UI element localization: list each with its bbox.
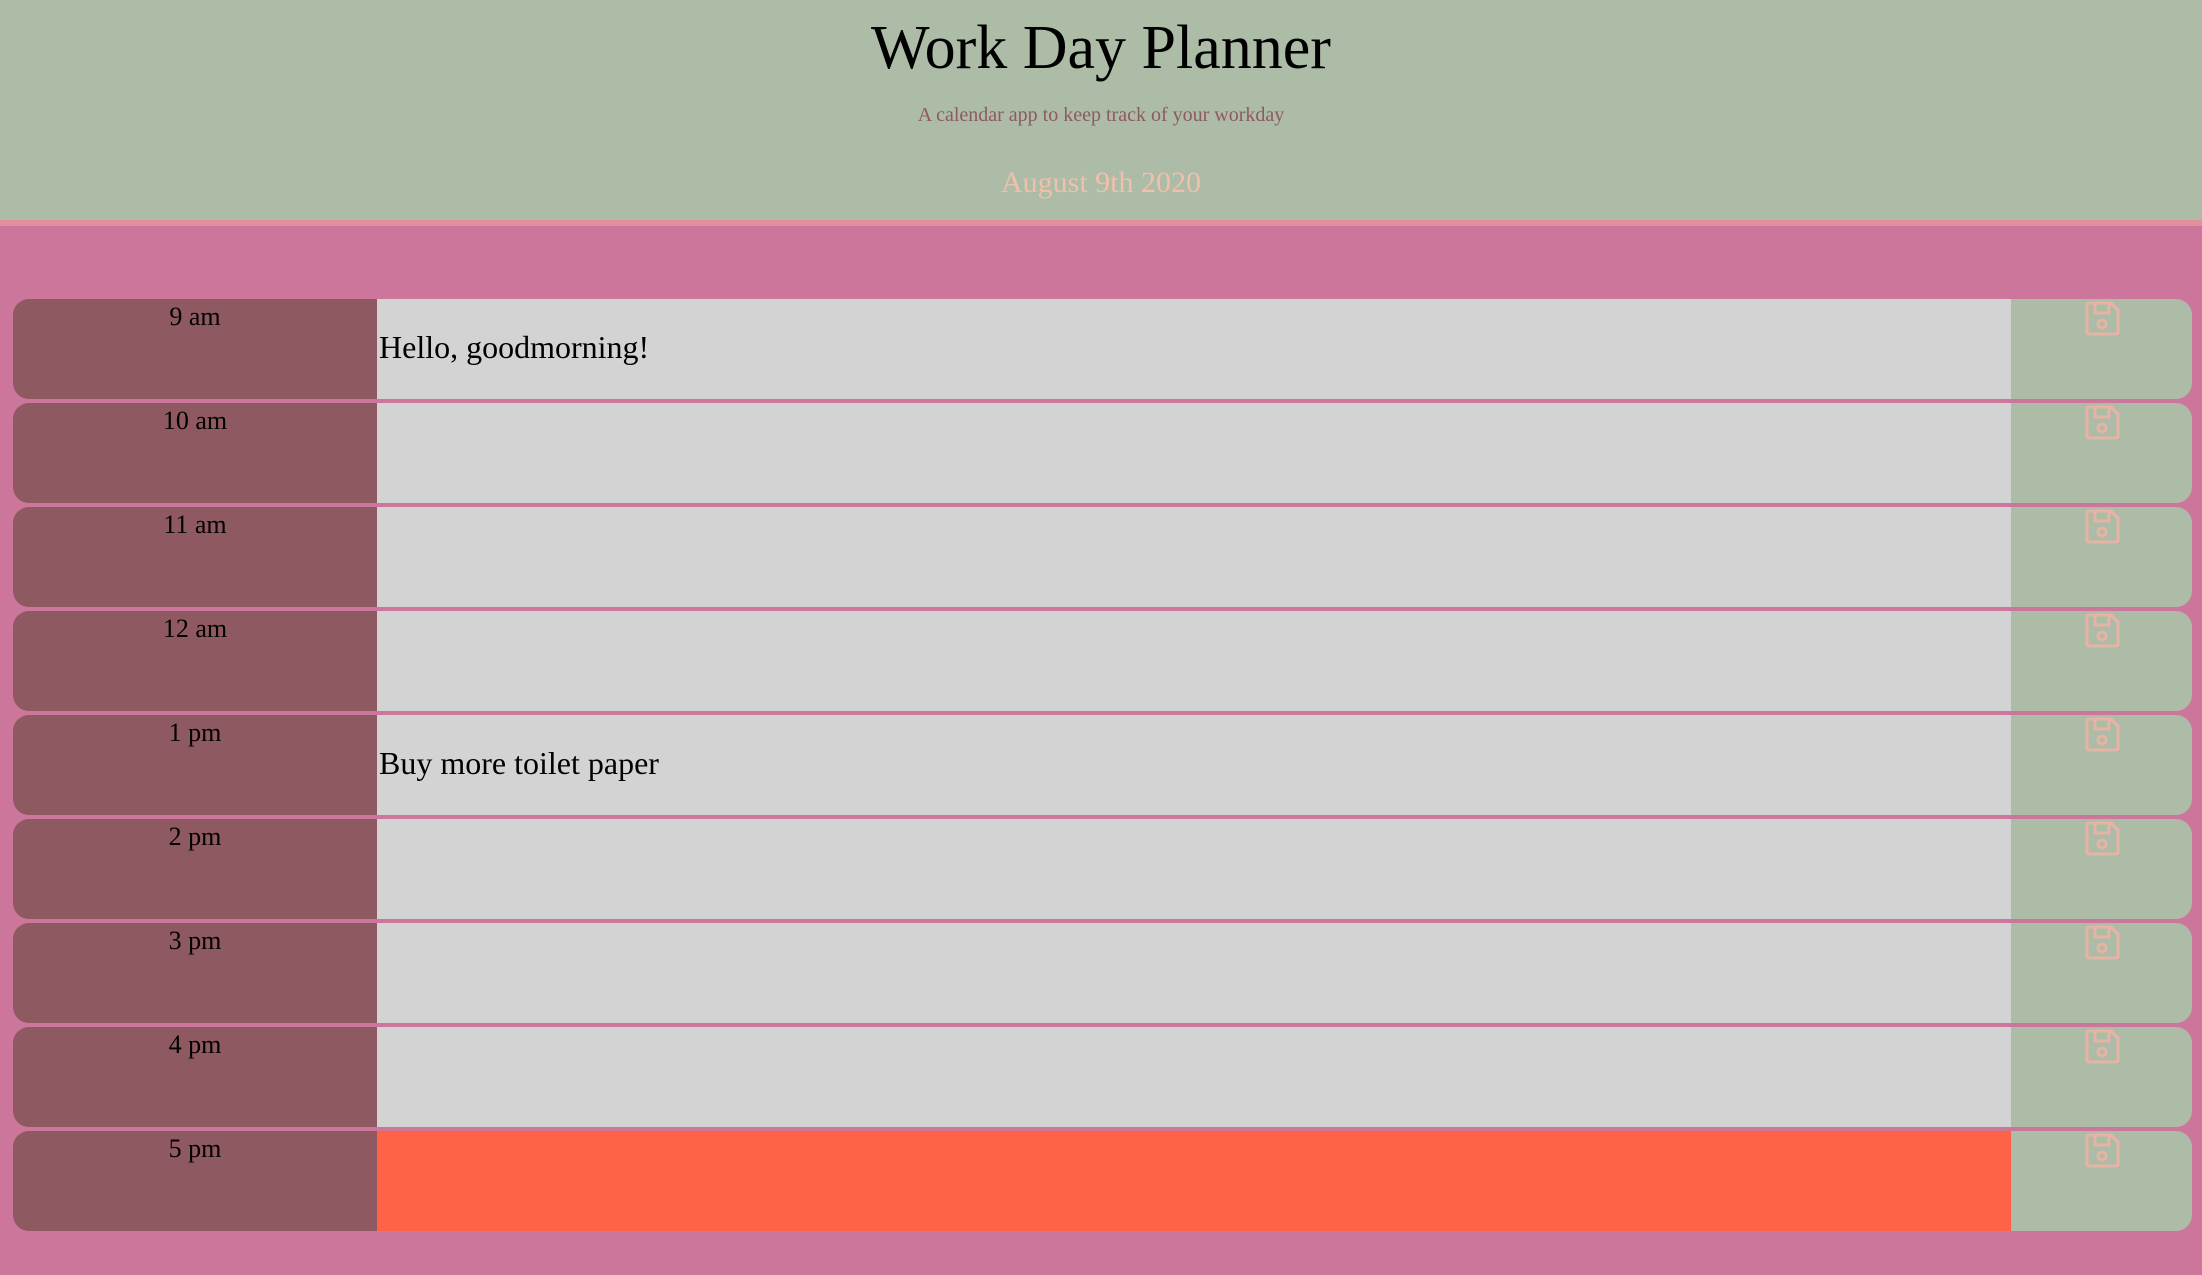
timeblock-row: 11 am xyxy=(13,507,2192,607)
task-input[interactable]: Hello, goodmorning! xyxy=(377,299,2011,399)
floppy-disk-icon xyxy=(2085,717,2120,752)
task-input[interactable] xyxy=(377,611,2011,711)
page-title: Work Day Planner xyxy=(871,14,1331,82)
floppy-disk-icon xyxy=(2085,613,2120,648)
task-input[interactable] xyxy=(377,923,2011,1023)
hour-label: 11 am xyxy=(13,507,377,607)
timeblock-row: 2 pm xyxy=(13,819,2192,919)
save-button[interactable] xyxy=(2011,715,2192,815)
floppy-disk-icon xyxy=(2085,301,2120,336)
hour-label: 1 pm xyxy=(13,715,377,815)
save-button[interactable] xyxy=(2011,1131,2192,1231)
task-input[interactable] xyxy=(377,403,2011,503)
save-button[interactable] xyxy=(2011,611,2192,711)
timeblock-row: 10 am xyxy=(13,403,2192,503)
floppy-disk-icon xyxy=(2085,1133,2120,1168)
timeblock-row: 12 am xyxy=(13,611,2192,711)
save-button[interactable] xyxy=(2011,299,2192,399)
hour-label: 3 pm xyxy=(13,923,377,1023)
timeblock-row: 4 pm xyxy=(13,1027,2192,1127)
timeblock-row: 3 pm xyxy=(13,923,2192,1023)
save-button[interactable] xyxy=(2011,1027,2192,1127)
floppy-disk-icon xyxy=(2085,925,2120,960)
floppy-disk-icon xyxy=(2085,405,2120,440)
floppy-disk-icon xyxy=(2085,1029,2120,1064)
task-input[interactable] xyxy=(377,819,2011,919)
save-button[interactable] xyxy=(2011,819,2192,919)
hour-label: 5 pm xyxy=(13,1131,377,1231)
task-input[interactable] xyxy=(377,1027,2011,1127)
timeblock-list: 9 am Hello, goodmorning! 10 am 11 am 12 … xyxy=(13,299,2192,1235)
hour-label: 10 am xyxy=(13,403,377,503)
save-button[interactable] xyxy=(2011,923,2192,1023)
save-button[interactable] xyxy=(2011,403,2192,503)
current-date: August 9th 2020 xyxy=(1000,166,1201,199)
task-input[interactable]: Buy more toilet paper xyxy=(377,715,2011,815)
timeblock-row: 5 pm xyxy=(13,1131,2192,1231)
save-button[interactable] xyxy=(2011,507,2192,607)
hour-label: 9 am xyxy=(13,299,377,399)
page-subtitle: A calendar app to keep track of your wor… xyxy=(917,104,1285,126)
floppy-disk-icon xyxy=(2085,509,2120,544)
hour-label: 4 pm xyxy=(13,1027,377,1127)
task-input[interactable] xyxy=(377,1131,2011,1231)
floppy-disk-icon xyxy=(2085,821,2120,856)
hour-label: 2 pm xyxy=(13,819,377,919)
hour-label: 12 am xyxy=(13,611,377,711)
timeblock-row: 1 pm Buy more toilet paper xyxy=(13,715,2192,815)
page-header: Work Day Planner A calendar app to keep … xyxy=(0,0,2202,226)
task-input[interactable] xyxy=(377,507,2011,607)
timeblock-row: 9 am Hello, goodmorning! xyxy=(13,299,2192,399)
